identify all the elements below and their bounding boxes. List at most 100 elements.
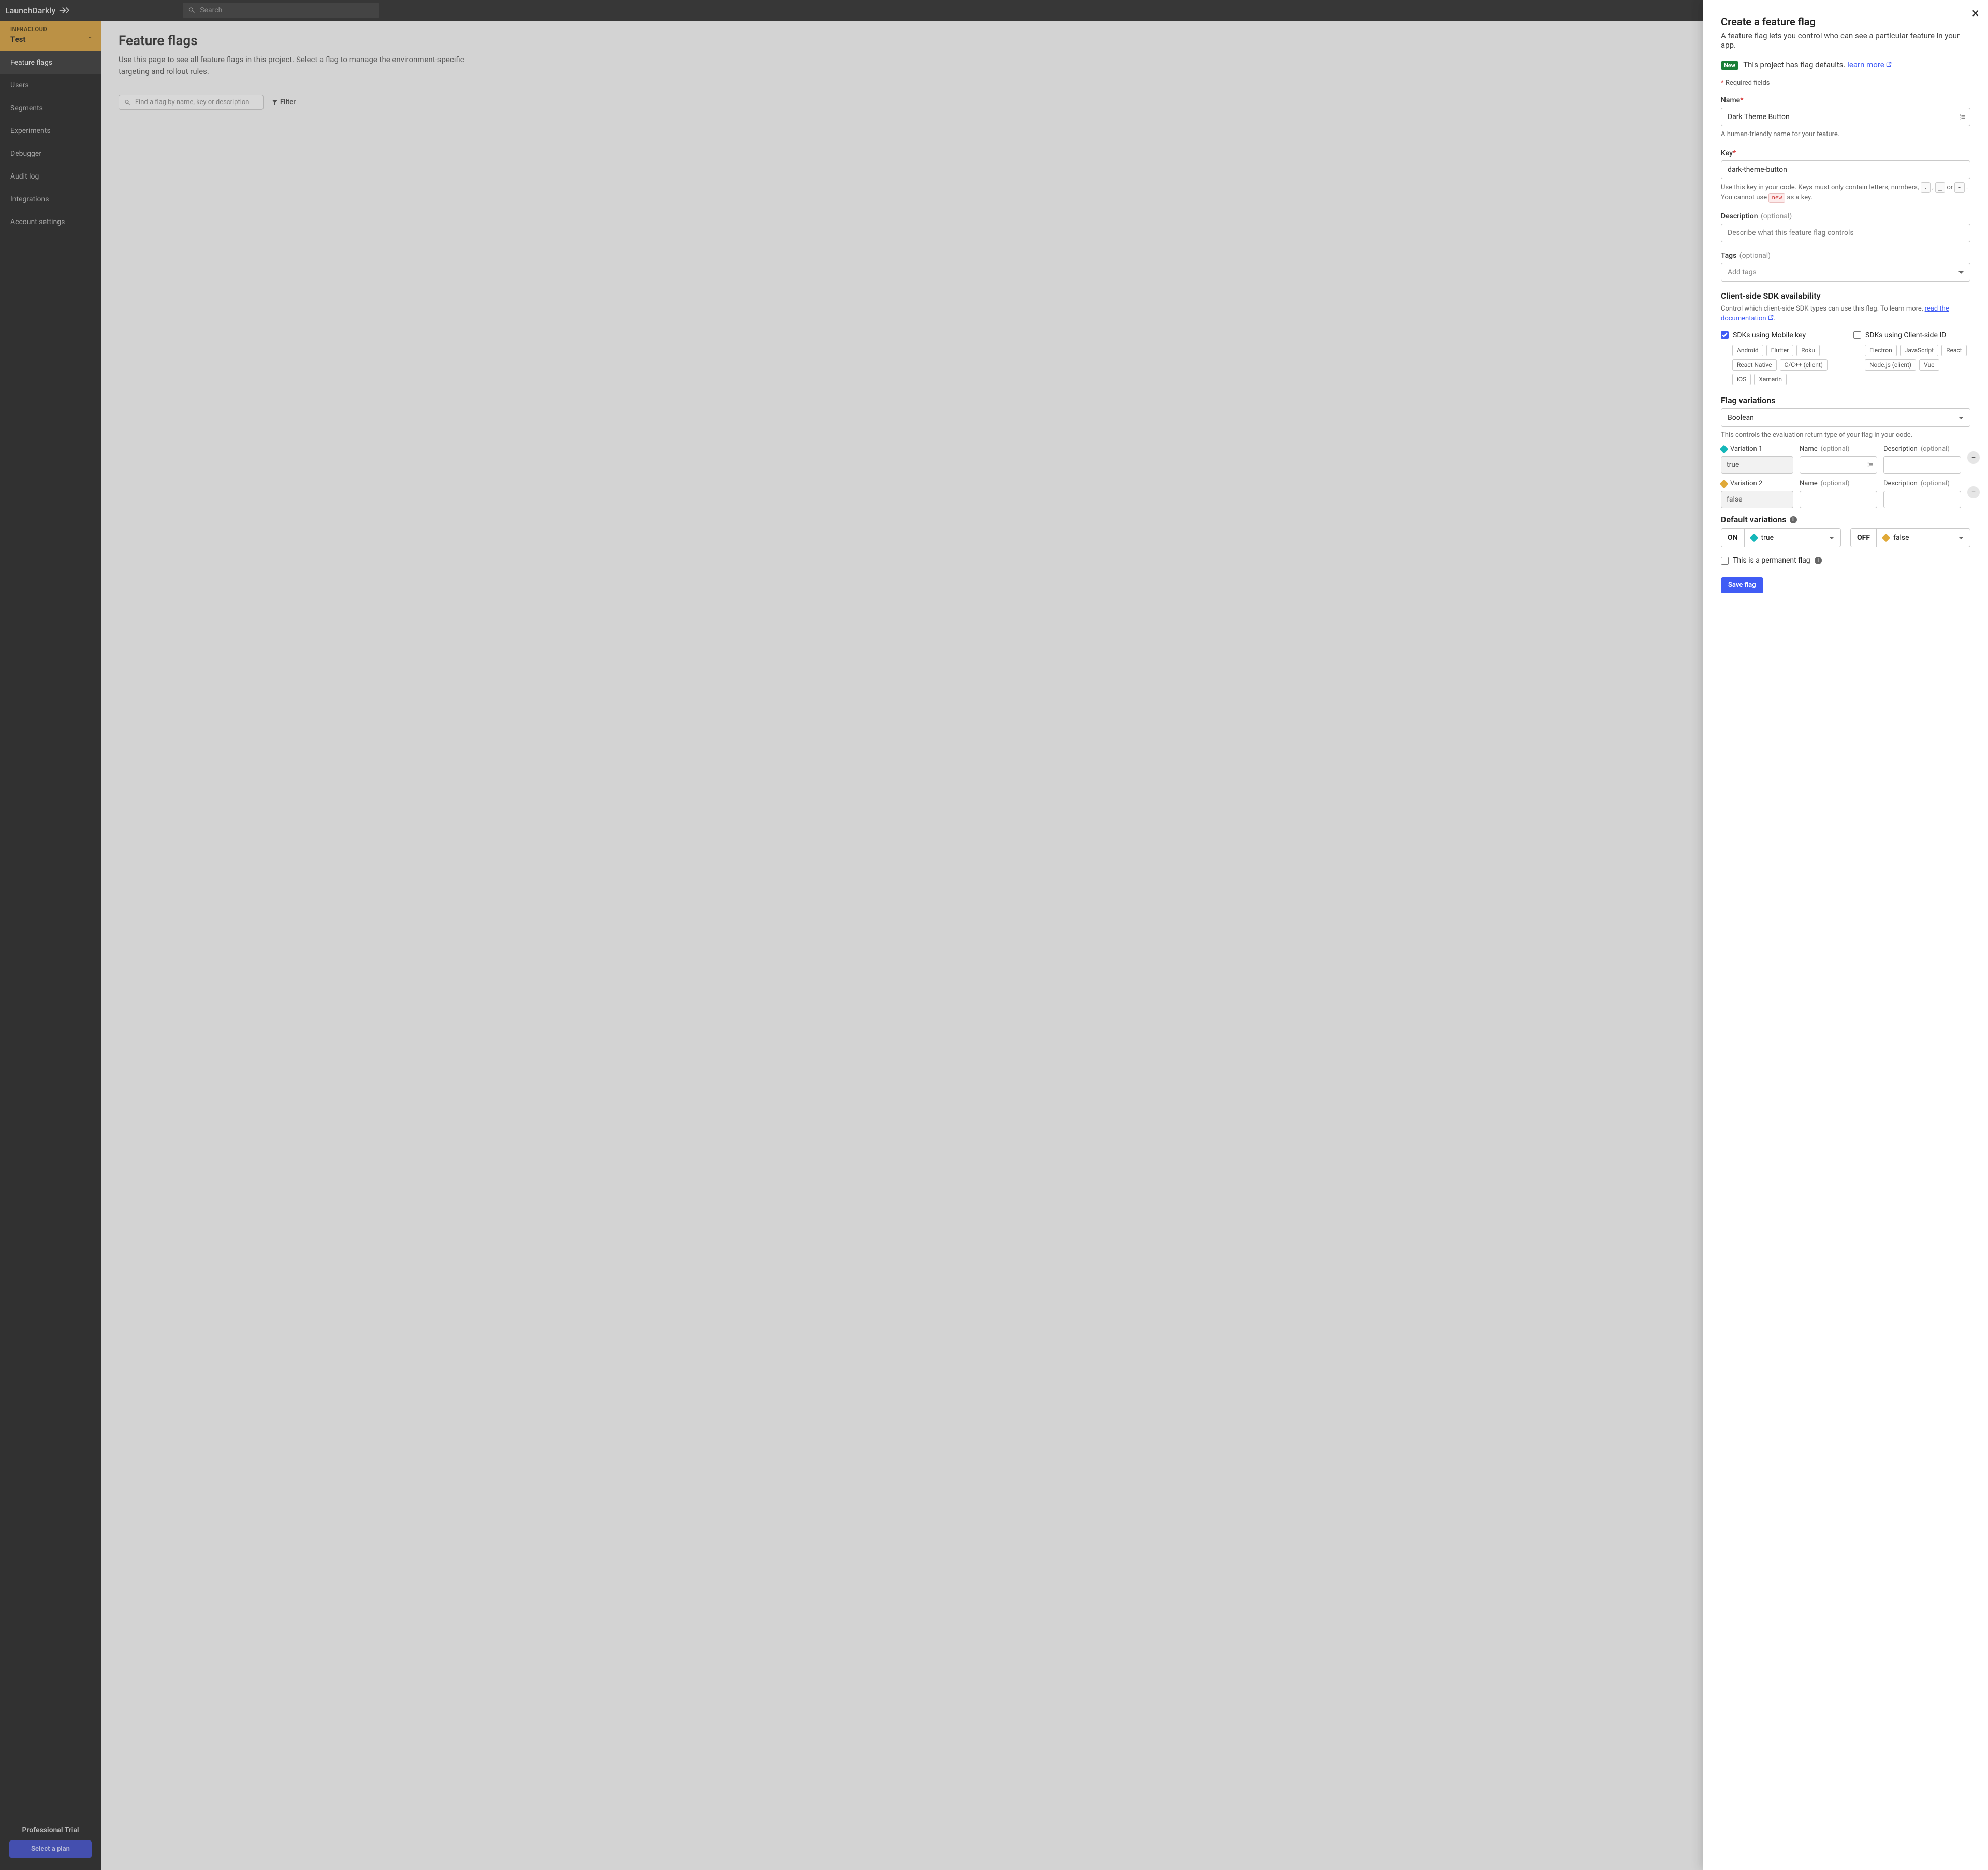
sdk-client-col: SDKs using Client-side ID Electron JavaS…: [1853, 331, 1970, 385]
chip-vue: Vue: [1919, 359, 1939, 371]
variation-1-name-input[interactable]: [1800, 456, 1877, 474]
sdk-client-label: SDKs using Client-side ID: [1865, 331, 1946, 340]
page-title: Feature flags: [119, 33, 1970, 49]
nav-debugger[interactable]: Debugger: [0, 142, 101, 165]
off-label: OFF: [1851, 529, 1877, 547]
chip-android: Android: [1732, 345, 1763, 356]
variation-1-desc-input[interactable]: [1883, 456, 1961, 474]
key-input[interactable]: [1721, 160, 1970, 179]
defaults-notice: New This project has flag defaults. lear…: [1721, 60, 1970, 70]
remove-variation-button[interactable]: −: [1967, 486, 1980, 498]
diamond-icon: [1720, 445, 1729, 453]
sdk-sub: Control which client-side SDK types can …: [1721, 304, 1970, 324]
env-name: Test: [10, 35, 91, 44]
variation-row-2: Variation 2 Name (optional) Description …: [1721, 480, 1970, 508]
search-icon: [124, 99, 131, 106]
flag-search[interactable]: [119, 95, 264, 110]
info-icon[interactable]: i: [1815, 557, 1822, 564]
sdk-mobile-col: SDKs using Mobile key Android Flutter Ro…: [1721, 331, 1838, 385]
tags-input[interactable]: Add tags: [1721, 263, 1970, 282]
close-button[interactable]: ✕: [1971, 8, 1980, 19]
learn-more-link[interactable]: learn more: [1847, 60, 1892, 69]
default-on-select[interactable]: ON true: [1721, 528, 1841, 547]
variation-2-name-input[interactable]: [1800, 491, 1877, 508]
permanent-row: This is a permanent flag i: [1721, 556, 1970, 565]
drawer-title: Create a feature flag: [1721, 16, 1970, 28]
global-search-input[interactable]: [200, 6, 374, 14]
key-hint: Use this key in your code. Keys must onl…: [1721, 182, 1970, 203]
on-label: ON: [1721, 529, 1745, 547]
sdk-mobile-checkbox[interactable]: [1721, 331, 1729, 339]
variation-2-value: [1721, 491, 1793, 508]
brand-name: LaunchDarkly: [5, 6, 55, 16]
chip-nodejs: Node.js (client): [1865, 359, 1916, 371]
nav-account-settings[interactable]: Account settings: [0, 211, 101, 233]
variation-type-select[interactable]: Boolean: [1721, 408, 1970, 427]
brand-logo[interactable]: LaunchDarkly: [5, 5, 69, 16]
plan-footer: Professional Trial Select a plan: [0, 1816, 101, 1870]
sdk-heading: Client-side SDK availability: [1721, 291, 1970, 301]
remove-variation-button[interactable]: −: [1967, 451, 1980, 464]
suggest-icon[interactable]: ⁞≡: [1959, 113, 1965, 122]
sidebar: INFRACLOUD Test ⌄ Feature flags Users Se…: [0, 21, 101, 1870]
search-icon: [188, 6, 196, 14]
topbar: LaunchDarkly: [0, 0, 1988, 21]
default-off-select[interactable]: OFF false: [1850, 528, 1970, 547]
new-badge: New: [1721, 61, 1738, 70]
chip-xamarin: Xamarin: [1754, 374, 1787, 385]
variation-2-desc-input[interactable]: [1883, 491, 1961, 508]
save-flag-button[interactable]: Save flag: [1721, 577, 1763, 593]
flag-search-input[interactable]: [135, 98, 258, 106]
required-note: * Required fields: [1721, 79, 1970, 87]
variation-type-field: Boolean This controls the evaluation ret…: [1721, 408, 1970, 440]
plan-label: Professional Trial: [9, 1826, 92, 1834]
nav-users[interactable]: Users: [0, 74, 101, 97]
sdk-mobile-chips: Android Flutter Roku React Native C/C++ …: [1732, 345, 1838, 385]
name-field: Name* ⁞≡ A human-friendly name for your …: [1721, 96, 1970, 140]
variation-row-1: Variation 1 Name (optional) ⁞≡ Descripti…: [1721, 445, 1970, 474]
chip-cpp: C/C++ (client): [1780, 359, 1828, 371]
filter-label: Filter: [280, 98, 296, 106]
info-icon[interactable]: i: [1790, 516, 1797, 523]
chip-react-native: React Native: [1732, 359, 1777, 371]
variation-1-label: Variation 1: [1730, 445, 1762, 453]
tags-label: Tags (optional): [1721, 252, 1970, 260]
diamond-icon: [1882, 534, 1891, 542]
nav-experiments[interactable]: Experiments: [0, 120, 101, 142]
description-field: Description (optional): [1721, 212, 1970, 242]
external-link-icon: [1886, 62, 1892, 67]
page-description: Use this page to see all feature flags i…: [119, 54, 491, 77]
name-label: Name*: [1721, 96, 1970, 105]
on-value: true: [1761, 534, 1774, 542]
sdk-mobile-label: SDKs using Mobile key: [1733, 331, 1806, 340]
variation-1-value: [1721, 456, 1793, 474]
drawer-subtitle: A feature flag lets you control who can …: [1721, 31, 1970, 50]
permanent-checkbox[interactable]: [1721, 557, 1729, 565]
key-label: Key*: [1721, 149, 1970, 157]
filter-button[interactable]: Filter: [268, 95, 300, 109]
global-search[interactable]: [183, 3, 379, 18]
description-input[interactable]: [1721, 224, 1970, 242]
chip-flutter: Flutter: [1766, 345, 1793, 356]
nav-segments[interactable]: Segments: [0, 97, 101, 120]
nav-feature-flags[interactable]: Feature flags: [0, 51, 101, 74]
description-label: Description (optional): [1721, 212, 1970, 220]
sidebar-nav: Feature flags Users Segments Experiments…: [0, 51, 101, 233]
variation-2-label: Variation 2: [1730, 480, 1762, 488]
chip-roku: Roku: [1796, 345, 1820, 356]
suggest-icon[interactable]: ⁞≡: [1867, 461, 1873, 469]
name-hint: A human-friendly name for your feature.: [1721, 129, 1970, 140]
nav-integrations[interactable]: Integrations: [0, 188, 101, 211]
org-name: INFRACLOUD: [10, 26, 91, 33]
select-plan-button[interactable]: Select a plan: [9, 1840, 92, 1858]
nav-audit-log[interactable]: Audit log: [0, 165, 101, 188]
permanent-label: This is a permanent flag: [1733, 556, 1810, 565]
sdk-client-checkbox[interactable]: [1853, 331, 1861, 339]
chevron-down-icon: ⌄: [87, 33, 93, 40]
chip-ios: iOS: [1732, 374, 1751, 385]
environment-selector[interactable]: INFRACLOUD Test ⌄: [0, 21, 101, 51]
off-value: false: [1893, 534, 1909, 542]
chip-electron: Electron: [1865, 345, 1897, 356]
name-input[interactable]: [1721, 108, 1970, 126]
variations-heading: Flag variations: [1721, 395, 1970, 405]
